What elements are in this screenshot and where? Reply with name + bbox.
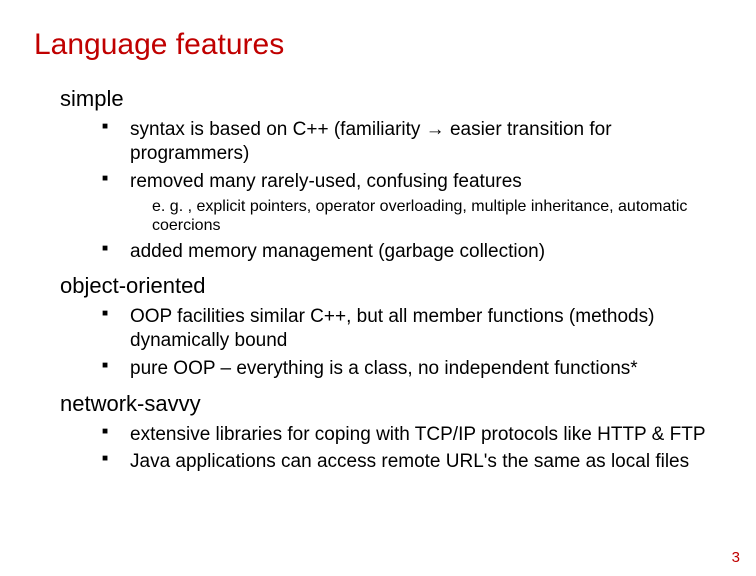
- bullet-list-oo: OOP facilities similar C++, but all memb…: [102, 305, 712, 380]
- section-heading-object-oriented: object-oriented: [60, 273, 722, 299]
- section-heading-network-savvy: network-savvy: [60, 391, 722, 417]
- list-item: extensive libraries for coping with TCP/…: [102, 423, 712, 447]
- bullet-list-simple-cont: added memory management (garbage collect…: [102, 240, 712, 264]
- section-heading-simple: simple: [60, 86, 722, 112]
- list-item: added memory management (garbage collect…: [102, 240, 712, 264]
- list-item: OOP facilities similar C++, but all memb…: [102, 305, 712, 353]
- list-item: removed many rarely-used, confusing feat…: [102, 170, 712, 194]
- page-number: 3: [732, 549, 740, 566]
- list-item: Java applications can access remote URL'…: [102, 450, 712, 474]
- slide: Language features simple syntax is based…: [0, 0, 756, 474]
- list-item: syntax is based on C++ (familiarity → ea…: [102, 118, 712, 166]
- list-item: pure OOP – everything is a class, no ind…: [102, 357, 712, 381]
- sub-note: e. g. , explicit pointers, operator over…: [152, 197, 708, 235]
- bullet-list-network: extensive libraries for coping with TCP/…: [102, 423, 712, 475]
- bullet-list-simple: syntax is based on C++ (familiarity → ea…: [102, 118, 712, 193]
- slide-title: Language features: [34, 28, 722, 62]
